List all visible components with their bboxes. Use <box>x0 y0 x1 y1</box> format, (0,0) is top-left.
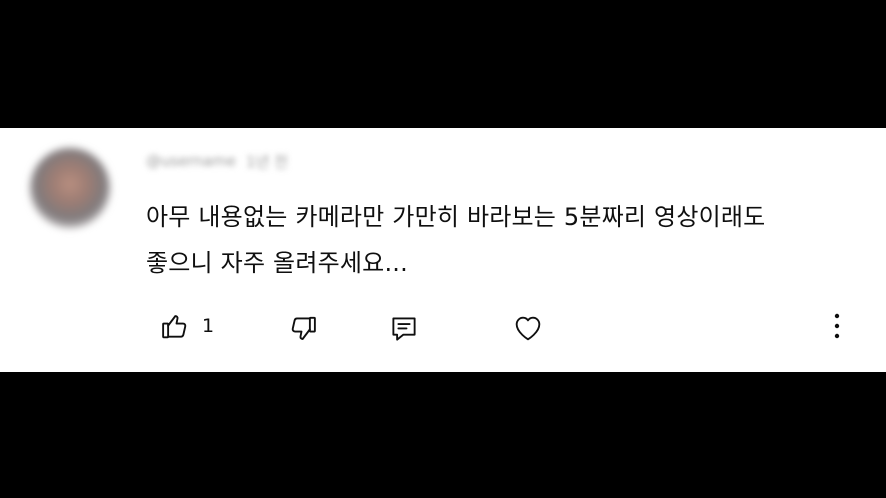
video-frame: @username 1년 전 아무 내용없는 카메라만 가만히 바라보는 5분짜… <box>0 0 886 498</box>
comment-time: 1년 전 <box>246 152 288 171</box>
thumbs-up-icon <box>160 311 190 341</box>
like-button[interactable]: 1 <box>160 304 214 348</box>
more-vertical-icon <box>826 311 848 341</box>
author-name[interactable]: @username <box>146 152 236 170</box>
dislike-button[interactable] <box>288 304 318 348</box>
heart-button[interactable] <box>512 304 544 348</box>
comment-meta: @username 1년 전 <box>146 151 288 171</box>
like-count: 1 <box>202 315 215 337</box>
reply-icon <box>389 308 419 344</box>
reply-button[interactable] <box>389 304 419 348</box>
comment-actions: 1 <box>0 304 886 348</box>
comment-line-2: 좋으니 자주 올려주세요... <box>146 249 408 277</box>
comment-line-1: 아무 내용없는 카메라만 가만히 바라보는 5분짜리 영상이래도 <box>146 203 766 231</box>
comment-body: 아무 내용없는 카메라만 가만히 바라보는 5분짜리 영상이래도 좋으니 자주 … <box>146 194 866 286</box>
heart-icon <box>512 308 544 344</box>
thumbs-down-icon <box>288 308 318 344</box>
more-button[interactable] <box>826 304 848 348</box>
comment-card: @username 1년 전 아무 내용없는 카메라만 가만히 바라보는 5분짜… <box>0 128 886 372</box>
avatar[interactable] <box>30 148 110 228</box>
